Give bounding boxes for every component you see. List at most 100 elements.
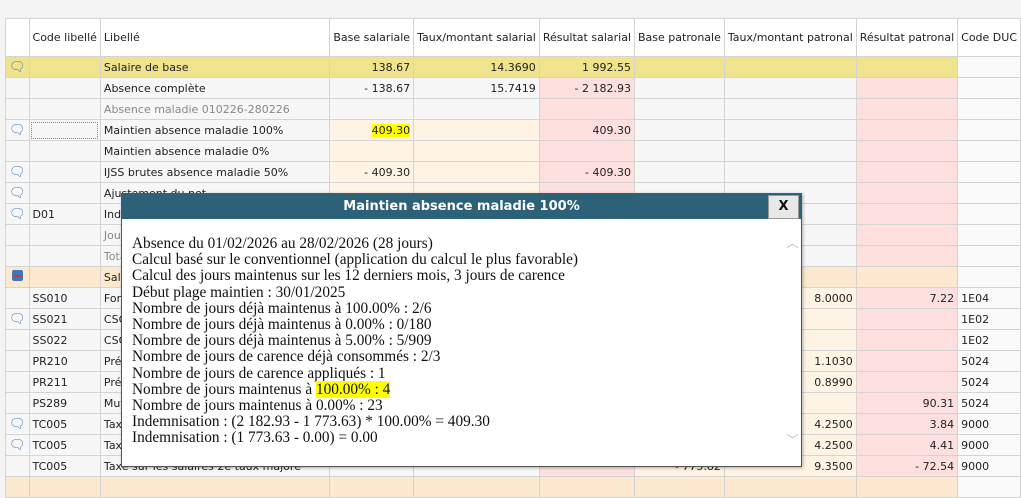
bs-cell[interactable]	[329, 476, 415, 498]
rp-cell[interactable]	[855, 182, 959, 204]
col-label[interactable]: Libellé	[99, 18, 331, 57]
bp-cell[interactable]	[634, 161, 725, 183]
comment-icon[interactable]: 🗨	[9, 60, 26, 75]
row-icon-cell[interactable]	[5, 329, 30, 351]
row-icon-cell[interactable]: 🗨	[5, 308, 30, 330]
bp-cell[interactable]	[634, 119, 725, 141]
label-cell[interactable]: IJSS brutes absence maladie 50%	[99, 161, 331, 183]
tp-cell[interactable]	[723, 98, 857, 120]
row-icon-cell[interactable]	[5, 140, 30, 162]
row-icon-cell[interactable]	[5, 266, 30, 288]
table-row[interactable]: Absence maladie 010226-280226	[5, 98, 1021, 120]
duc-cell[interactable]: 1E04	[957, 287, 1021, 309]
scrollbar[interactable]: ︿ ﹀	[784, 220, 801, 450]
comment-icon[interactable]: 🗨	[9, 165, 26, 180]
row-icon-cell[interactable]: 🗨	[5, 182, 30, 204]
bp-cell[interactable]	[634, 77, 725, 99]
row-icon-cell[interactable]: 🗨	[5, 119, 30, 141]
col-base-patronale[interactable]: Base patronale	[634, 18, 725, 57]
duc-cell[interactable]	[957, 98, 1021, 120]
code-cell[interactable]	[28, 119, 101, 141]
row-icon-cell[interactable]	[5, 455, 30, 477]
duc-cell[interactable]	[957, 140, 1021, 162]
bs-cell[interactable]	[329, 98, 415, 120]
col-resultat-salarial[interactable]: Résultat salarial	[538, 18, 636, 57]
tp-cell[interactable]	[723, 77, 857, 99]
code-cell[interactable]	[28, 245, 101, 267]
duc-cell[interactable]	[957, 119, 1021, 141]
duc-cell[interactable]: 9000	[957, 455, 1021, 477]
code-cell[interactable]: SS022	[28, 329, 101, 351]
rp-cell[interactable]	[855, 371, 959, 393]
code-cell[interactable]	[28, 77, 101, 99]
col-base-salariale[interactable]: Base salariale	[329, 18, 415, 57]
code-cell[interactable]	[28, 140, 101, 162]
duc-cell[interactable]: 9000	[957, 413, 1021, 435]
rp-cell[interactable]	[855, 203, 959, 225]
rs-cell[interactable]	[538, 476, 636, 498]
duc-cell[interactable]	[957, 182, 1021, 204]
label-cell[interactable]: Maintien absence maladie 100%	[99, 119, 331, 141]
row-icon-cell[interactable]	[5, 77, 30, 99]
row-icon-cell[interactable]: 🗨	[5, 203, 30, 225]
duc-cell[interactable]: 5024	[957, 350, 1021, 372]
ts-cell[interactable]	[413, 119, 540, 141]
comment-icon[interactable]: 🗨	[9, 417, 26, 432]
ts-cell[interactable]	[413, 98, 540, 120]
rp-cell[interactable]: 90.31	[855, 392, 959, 414]
rs-cell[interactable]: 1 992.55	[538, 56, 636, 78]
row-icon-cell[interactable]: 🗨	[5, 413, 30, 435]
row-icon-cell[interactable]	[5, 392, 30, 414]
duc-cell[interactable]	[957, 266, 1021, 288]
label-cell[interactable]: Absence maladie 010226-280226	[99, 98, 331, 120]
table-row[interactable]: 🗨 Maintien absence maladie 100% 409.30 409.…	[5, 119, 1021, 141]
duc-cell[interactable]	[957, 224, 1021, 246]
tp-cell[interactable]	[723, 119, 857, 141]
row-icon-cell[interactable]	[5, 287, 30, 309]
code-cell[interactable]: TC005	[28, 455, 101, 477]
code-cell[interactable]: PR210	[28, 350, 101, 372]
row-icon-cell[interactable]	[5, 224, 30, 246]
label-cell[interactable]: Absence complète	[99, 77, 331, 99]
rp-cell[interactable]	[855, 140, 959, 162]
rp-cell[interactable]	[855, 77, 959, 99]
rp-cell[interactable]	[855, 224, 959, 246]
col-taux-patronal[interactable]: Taux/montant patronal	[723, 18, 857, 57]
collapse-icon[interactable]	[11, 269, 23, 281]
scroll-down-icon[interactable]: ﹀	[784, 431, 801, 448]
tp-cell[interactable]	[723, 140, 857, 162]
code-cell[interactable]: TC005	[28, 434, 101, 456]
rs-cell[interactable]	[538, 140, 636, 162]
duc-cell[interactable]: 1E02	[957, 308, 1021, 330]
bp-cell[interactable]	[634, 476, 725, 498]
row-icon-cell[interactable]	[5, 350, 30, 372]
rp-cell[interactable]	[855, 161, 959, 183]
label-cell[interactable]: Salaire de base	[99, 56, 331, 78]
label-cell[interactable]: Maintien absence maladie 0%	[99, 140, 331, 162]
ts-cell[interactable]	[413, 161, 540, 183]
table-row[interactable]: 🗨 IJSS brutes absence maladie 50% - 409.30…	[5, 161, 1021, 183]
comment-icon[interactable]: 🗨	[9, 438, 26, 453]
comment-icon[interactable]: 🗨	[9, 123, 26, 138]
rp-cell[interactable]: 4.41	[855, 434, 959, 456]
rp-cell[interactable]	[855, 56, 959, 78]
table-row[interactable]: 🗨 Salaire de base 138.67 14.3690 1 992.55	[5, 56, 1021, 78]
comment-icon[interactable]: 🗨	[9, 186, 26, 201]
duc-cell[interactable]	[957, 77, 1021, 99]
ts-cell[interactable]	[413, 140, 540, 162]
table-row[interactable]: Absence complète - 138.67 15.7419 - 2 182.9…	[5, 77, 1021, 99]
col-code-duc[interactable]: Code DUC	[957, 18, 1021, 57]
row-icon-cell[interactable]: 🗨	[5, 161, 30, 183]
duc-cell[interactable]	[957, 203, 1021, 225]
row-icon-cell[interactable]	[5, 476, 30, 498]
code-cell[interactable]	[28, 476, 101, 498]
code-cell[interactable]: D01	[28, 203, 101, 225]
tp-cell[interactable]	[723, 56, 857, 78]
rp-cell[interactable]	[855, 329, 959, 351]
rp-cell[interactable]	[855, 119, 959, 141]
table-row[interactable]: Maintien absence maladie 0%	[5, 140, 1021, 162]
col-code[interactable]: Code libellé	[28, 18, 101, 57]
bs-cell[interactable]: 138.67	[329, 56, 415, 78]
code-cell[interactable]: SS021	[28, 308, 101, 330]
code-cell[interactable]: SS010	[28, 287, 101, 309]
